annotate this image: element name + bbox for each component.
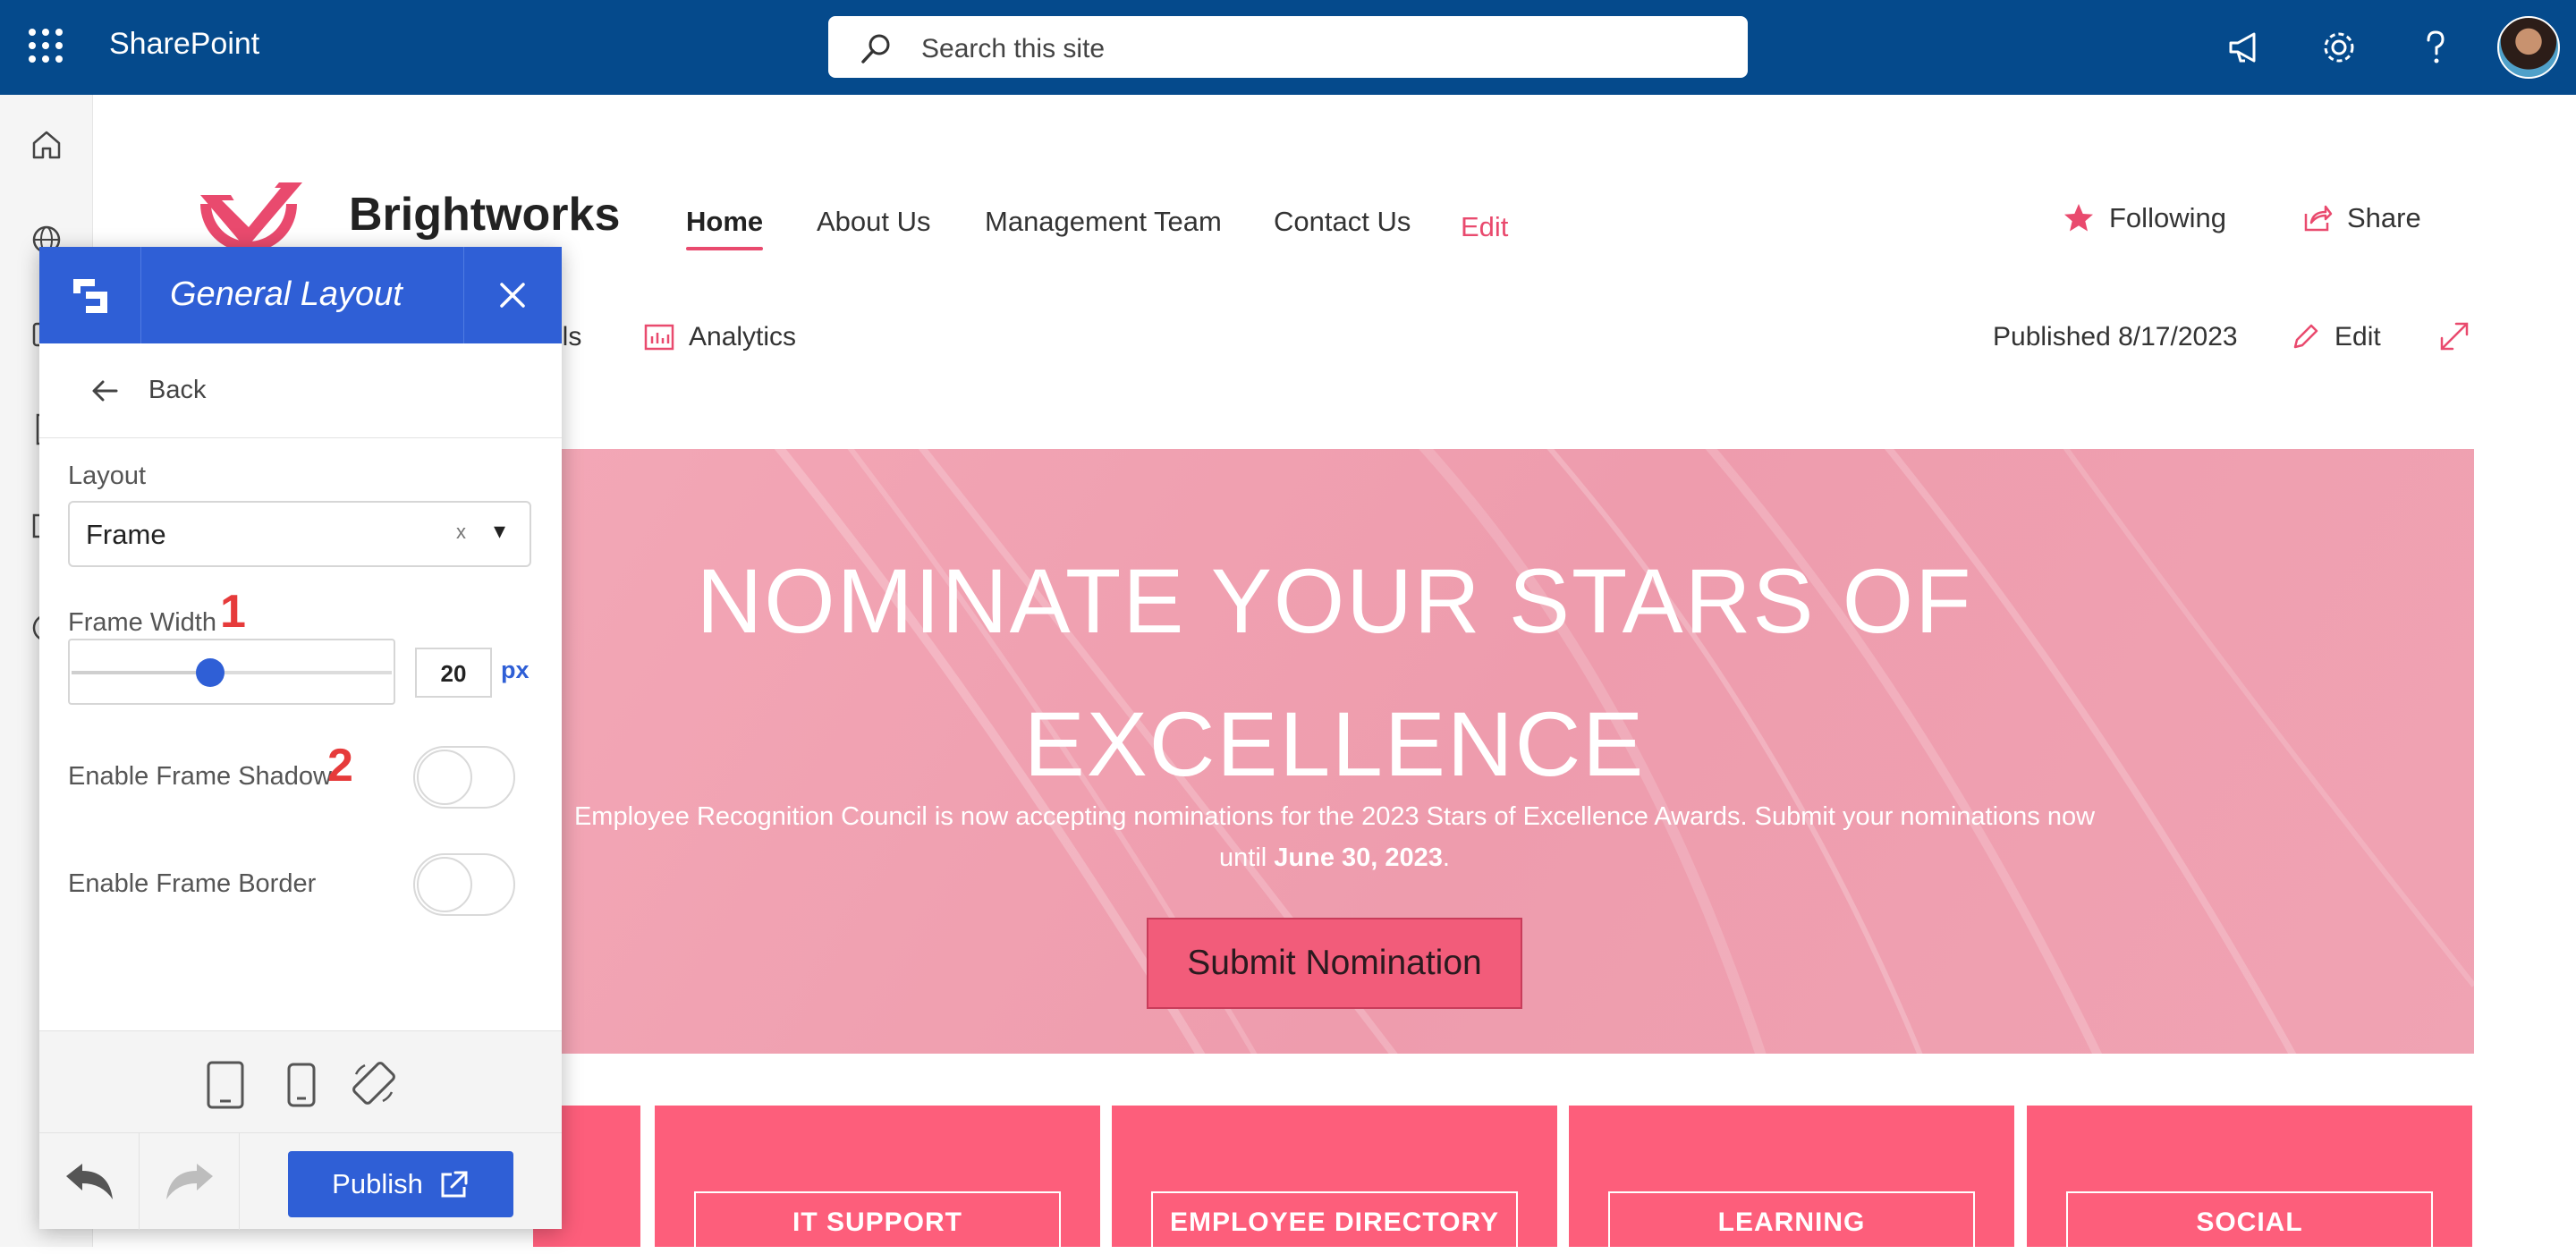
nav-management-team[interactable]: Management Team (985, 206, 1222, 238)
submit-nomination-button[interactable]: Submit Nomination (1147, 918, 1522, 1009)
analytics-label: Analytics (689, 322, 797, 352)
share-label: Share (2347, 202, 2421, 233)
rotate-device-icon[interactable] (349, 1058, 399, 1108)
share-icon (2304, 205, 2333, 232)
tile-label: EMPLOYEE DIRECTORY (1151, 1191, 1518, 1254)
search-icon (861, 34, 890, 64)
site-logo[interactable] (195, 168, 304, 249)
undo-button[interactable] (39, 1133, 140, 1230)
layout-label: Layout (68, 462, 147, 490)
tablet-icon[interactable] (206, 1060, 245, 1110)
annotation-marker-1: 1 (220, 586, 246, 638)
back-button[interactable]: Back (39, 343, 562, 438)
frame-border-toggle[interactable] (413, 853, 515, 916)
pencil-icon (2293, 324, 2318, 349)
close-icon (500, 283, 525, 308)
search-input[interactable]: Search this site (921, 34, 1105, 64)
frame-border-label: Enable Frame Border (68, 869, 317, 898)
analytics-button[interactable]: Analytics (644, 322, 796, 352)
hero-subtitle: Employee Recognition Council is now acce… (533, 796, 2136, 878)
panel-header: General Layout (39, 247, 562, 343)
hero-deadline: June 30, 2023 (1274, 843, 1443, 872)
frame-shadow-label: Enable Frame Shadow (68, 762, 332, 791)
following-label: Following (2109, 202, 2226, 233)
general-layout-panel: General Layout Back Layout Frame x ▾ Fra… (39, 247, 562, 1230)
help-icon[interactable] (2415, 27, 2456, 68)
chevron-down-icon[interactable]: ▾ (494, 517, 505, 545)
hero-banner: NOMINATE YOUR STARS OF EXCELLENCE Employ… (533, 449, 2474, 1054)
frame-width-input[interactable]: 20 (415, 648, 492, 698)
arrow-left-icon (92, 380, 118, 402)
hero-title: NOMINATE YOUR STARS OF EXCELLENCE (533, 530, 2136, 816)
waffle-icon[interactable] (27, 27, 64, 64)
panel-footer: Publish (39, 1132, 562, 1230)
frame-width-label: Frame Width (68, 608, 216, 637)
phone-icon[interactable] (286, 1062, 317, 1108)
panel-logo (39, 247, 141, 343)
site-title[interactable]: Brightworks (349, 188, 620, 241)
home-icon[interactable] (29, 127, 64, 163)
hero-until-text: until (1219, 843, 1275, 872)
nav-edit-link[interactable]: Edit (1461, 211, 1508, 243)
publish-label: Publish (332, 1168, 423, 1199)
tile-label: SOCIAL (2066, 1191, 2433, 1254)
close-panel-button[interactable] (463, 247, 562, 343)
frame-width-slider[interactable] (68, 639, 395, 705)
hero-title-line-1: NOMINATE YOUR STARS OF (696, 550, 1973, 652)
layout-select[interactable]: Frame x ▾ (68, 501, 531, 567)
tile-label: LEARNING (1608, 1191, 1975, 1254)
star-icon (2064, 204, 2093, 232)
hero-title-line-2: EXCELLENCE (1023, 693, 1646, 795)
expand-icon[interactable] (2438, 320, 2470, 352)
gear-icon[interactable] (2318, 27, 2360, 68)
toggle-knob (417, 857, 472, 912)
brand-mark-icon (73, 279, 107, 313)
back-label: Back (148, 376, 207, 404)
suite-bar: SharePoint Search this site (0, 0, 2576, 95)
device-preview-bar (39, 1030, 562, 1132)
share-button[interactable]: Share (2302, 202, 2421, 234)
nav-about-us[interactable]: About Us (817, 206, 931, 238)
megaphone-icon[interactable] (2225, 27, 2267, 68)
quick-link-social[interactable]: SOCIAL (2027, 1106, 2472, 1254)
app-brand[interactable]: SharePoint (109, 27, 259, 62)
avatar[interactable] (2497, 16, 2560, 79)
edit-page-label: Edit (2334, 322, 2381, 352)
nav-home[interactable]: Home (686, 206, 764, 250)
hero-period: . (1442, 843, 1450, 872)
published-status: Published 8/17/2023 (1993, 322, 2238, 352)
nav-contact-us[interactable]: Contact Us (1274, 206, 1411, 238)
redo-icon (166, 1164, 213, 1199)
quick-link-it-support[interactable]: IT SUPPORT (655, 1106, 1100, 1254)
hero-subtitle-line-1: Employee Recognition Council is now acce… (573, 802, 2096, 831)
annotation-marker-2: 2 (327, 740, 353, 792)
slider-thumb[interactable] (195, 658, 225, 687)
publish-button[interactable]: Publish (288, 1151, 513, 1217)
undo-icon (66, 1164, 113, 1199)
hero-subtitle-line-2: until June 30, 2023. (533, 837, 2136, 878)
panel-title: General Layout (170, 275, 402, 313)
layout-select-value: Frame (86, 519, 166, 550)
published-label: Published 8/17/2023 (1993, 322, 2238, 352)
following-button[interactable]: Following (2063, 202, 2226, 234)
edit-page-button[interactable]: Edit (2290, 322, 2381, 352)
clear-selection-icon[interactable]: x (456, 521, 466, 544)
toggle-knob (417, 750, 472, 805)
tile-label: IT SUPPORT (694, 1191, 1061, 1254)
quick-link-employee-directory[interactable]: EMPLOYEE DIRECTORY (1112, 1106, 1557, 1254)
quick-link-learning[interactable]: LEARNING (1569, 1106, 2014, 1254)
redo-button[interactable] (140, 1133, 240, 1230)
search-box[interactable]: Search this site (828, 16, 1748, 78)
frame-shadow-toggle[interactable] (413, 746, 515, 809)
external-link-icon (441, 1171, 468, 1198)
slider-fill (72, 671, 198, 674)
analytics-icon (644, 324, 674, 351)
unit-label: px (501, 657, 530, 683)
